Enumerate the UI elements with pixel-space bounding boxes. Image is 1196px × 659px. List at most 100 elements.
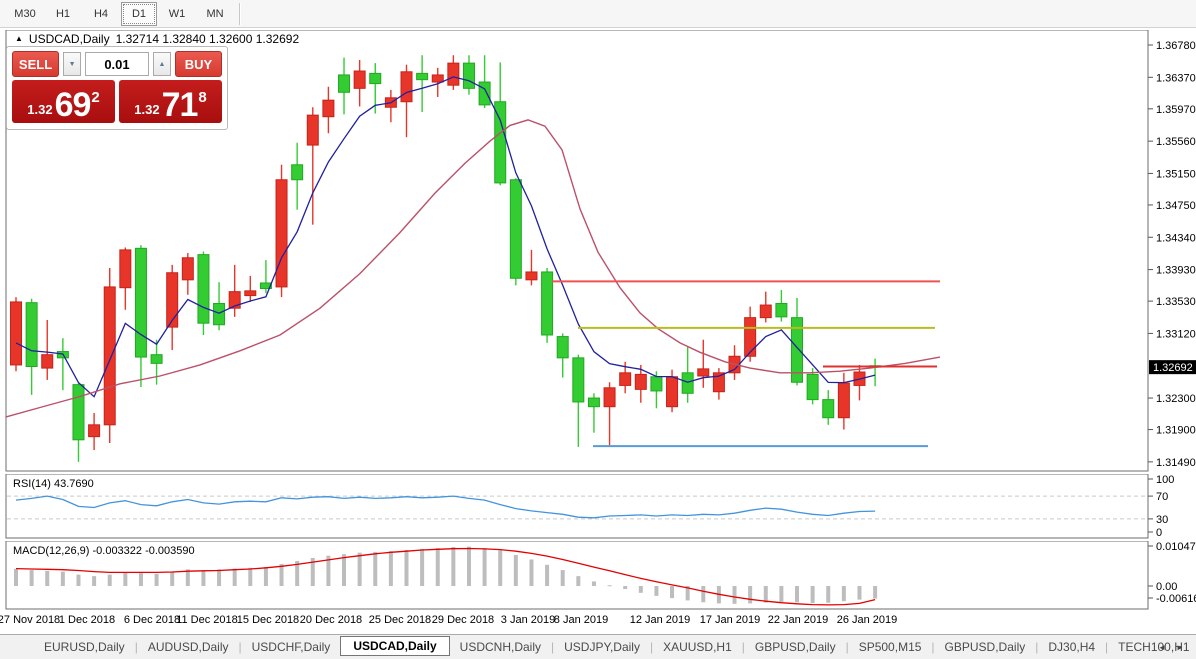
timeframe-button-m30[interactable]: M30 bbox=[7, 2, 43, 26]
candle-body bbox=[682, 373, 693, 393]
macd-histogram-bar bbox=[217, 569, 221, 586]
candle-body bbox=[323, 100, 334, 117]
tab-scroll-right-icon[interactable]: ► bbox=[1176, 643, 1184, 652]
timeframe-button-w1[interactable]: W1 bbox=[159, 2, 195, 26]
candle-body bbox=[651, 377, 662, 391]
candle-body bbox=[42, 355, 53, 368]
price-axis-label: 1.34750 bbox=[1156, 200, 1196, 212]
macd-histogram-bar bbox=[576, 576, 580, 586]
macd-histogram-bar bbox=[155, 574, 159, 586]
buy-button[interactable]: BUY bbox=[175, 51, 222, 77]
macd-axis-label: -0.006164 bbox=[1156, 593, 1196, 605]
x-axis-label: 8 Jan 2019 bbox=[536, 614, 626, 626]
rsi-axis-label: 30 bbox=[1156, 514, 1168, 526]
macd-histogram-bar bbox=[639, 586, 643, 593]
candle-body bbox=[807, 374, 818, 399]
macd-histogram-bar bbox=[451, 547, 455, 586]
macd-histogram-bar bbox=[420, 549, 424, 586]
macd-histogram-bar bbox=[654, 586, 658, 596]
buy-price-sup: 8 bbox=[198, 92, 206, 104]
collapse-ohlc-icon[interactable]: ▲ bbox=[15, 34, 23, 43]
timeframe-button-d1[interactable]: D1 bbox=[121, 2, 157, 26]
candle-body bbox=[463, 63, 474, 88]
tab-scroll-left-icon[interactable]: ◄ bbox=[1158, 643, 1166, 652]
sell-button[interactable]: SELL bbox=[12, 51, 59, 77]
rsi-indicator-panel[interactable]: 10070300 bbox=[0, 474, 1196, 540]
macd-histogram-bar bbox=[733, 586, 737, 604]
tab-dj30-h4[interactable]: DJ30,H4 bbox=[1038, 637, 1105, 657]
toolbar-separator bbox=[239, 3, 241, 25]
macd-histogram-bar bbox=[373, 552, 377, 586]
macd-histogram-bar bbox=[795, 586, 799, 602]
macd-histogram-bar bbox=[280, 564, 284, 586]
tab-usdjpy-daily[interactable]: USDJPY,Daily bbox=[554, 637, 650, 657]
macd-histogram-bar bbox=[873, 586, 877, 599]
macd-histogram-bar bbox=[342, 554, 346, 586]
macd-histogram-bar bbox=[670, 586, 674, 598]
tab-sp500-m15[interactable]: SP500,M15 bbox=[849, 637, 932, 657]
macd-histogram-bar bbox=[264, 567, 268, 586]
candle-body bbox=[495, 102, 506, 183]
macd-histogram-bar bbox=[623, 586, 627, 589]
price-axis-label: 1.31490 bbox=[1156, 457, 1196, 469]
timeframe-button-h4[interactable]: H4 bbox=[83, 2, 119, 26]
price-axis-label: 1.35560 bbox=[1156, 136, 1196, 148]
candle-body bbox=[182, 258, 193, 280]
macd-histogram-bar bbox=[123, 572, 127, 586]
sell-price-int: 1.32 bbox=[27, 100, 52, 120]
candle-body bbox=[667, 377, 678, 407]
macd-histogram-bar bbox=[483, 548, 487, 586]
macd-label: MACD(12,26,9) -0.003322 -0.003590 bbox=[13, 545, 195, 557]
macd-histogram-bar bbox=[248, 568, 252, 586]
timeframe-toolbar: M30H1H4D1W1MN bbox=[0, 0, 1196, 28]
candle-body bbox=[776, 303, 787, 316]
candle-body bbox=[635, 374, 646, 389]
tab-audusd-daily[interactable]: AUDUSD,Daily bbox=[138, 637, 239, 657]
candle-body bbox=[557, 337, 568, 358]
candle-body bbox=[73, 385, 84, 440]
tab-usdcnh-daily[interactable]: USDCNH,Daily bbox=[450, 637, 551, 657]
macd-histogram-bar bbox=[139, 573, 143, 586]
macd-histogram-bar bbox=[405, 550, 409, 586]
tab-usdchf-daily[interactable]: USDCHF,Daily bbox=[242, 637, 341, 657]
tab-eurusd-daily[interactable]: EURUSD,Daily bbox=[34, 637, 135, 657]
macd-histogram-bar bbox=[529, 559, 533, 586]
macd-histogram-bar bbox=[389, 551, 393, 586]
macd-histogram-bar bbox=[764, 586, 768, 603]
buy-price-panel[interactable]: 1.32 71 8 bbox=[119, 80, 222, 123]
volume-input[interactable]: 0.01 bbox=[85, 52, 149, 76]
timeframe-button-mn[interactable]: MN bbox=[197, 2, 233, 26]
price-axis-label: 1.31900 bbox=[1156, 425, 1196, 437]
candle-body bbox=[620, 373, 631, 386]
candle-body bbox=[542, 272, 553, 335]
macd-histogram-bar bbox=[561, 570, 565, 586]
candle-body bbox=[120, 250, 131, 288]
candle-body bbox=[604, 388, 615, 407]
macd-axis-label: 0.00 bbox=[1156, 581, 1177, 593]
tab-usdcad-daily[interactable]: USDCAD,Daily bbox=[340, 636, 449, 656]
macd-histogram-bar bbox=[45, 571, 49, 586]
time-axis[interactable]: 27 Nov 20181 Dec 20186 Dec 201811 Dec 20… bbox=[0, 612, 1148, 632]
macd-histogram-bar bbox=[779, 586, 783, 602]
buy-price-int: 1.32 bbox=[134, 100, 159, 120]
tab-xauusd-h1[interactable]: XAUUSD,H1 bbox=[653, 637, 742, 657]
sell-price-big: 69 bbox=[55, 90, 91, 120]
timeframe-button-h1[interactable]: H1 bbox=[45, 2, 81, 26]
macd-histogram-bar bbox=[748, 586, 752, 603]
macd-histogram-bar bbox=[108, 575, 112, 586]
macd-histogram-bar bbox=[30, 570, 34, 586]
macd-histogram-bar bbox=[498, 550, 502, 586]
candle-body bbox=[745, 318, 756, 357]
candle-body bbox=[104, 287, 115, 425]
macd-histogram-bar bbox=[826, 586, 830, 603]
tab-gbpusd-daily[interactable]: GBPUSD,Daily bbox=[745, 637, 846, 657]
buy-price-big: 71 bbox=[162, 90, 198, 120]
volume-decrease-button[interactable]: ▼ bbox=[63, 52, 81, 76]
sell-price-panel[interactable]: 1.32 69 2 bbox=[12, 80, 115, 123]
volume-increase-button[interactable]: ▲ bbox=[153, 52, 171, 76]
tab-gbpusd-daily[interactable]: GBPUSD,Daily bbox=[935, 637, 1036, 657]
macd-histogram-bar bbox=[170, 572, 174, 586]
price-axis[interactable]: 1.367801.363701.359701.355601.351501.347… bbox=[1148, 40, 1196, 469]
candle-body bbox=[307, 115, 318, 145]
candle-body bbox=[151, 355, 162, 364]
